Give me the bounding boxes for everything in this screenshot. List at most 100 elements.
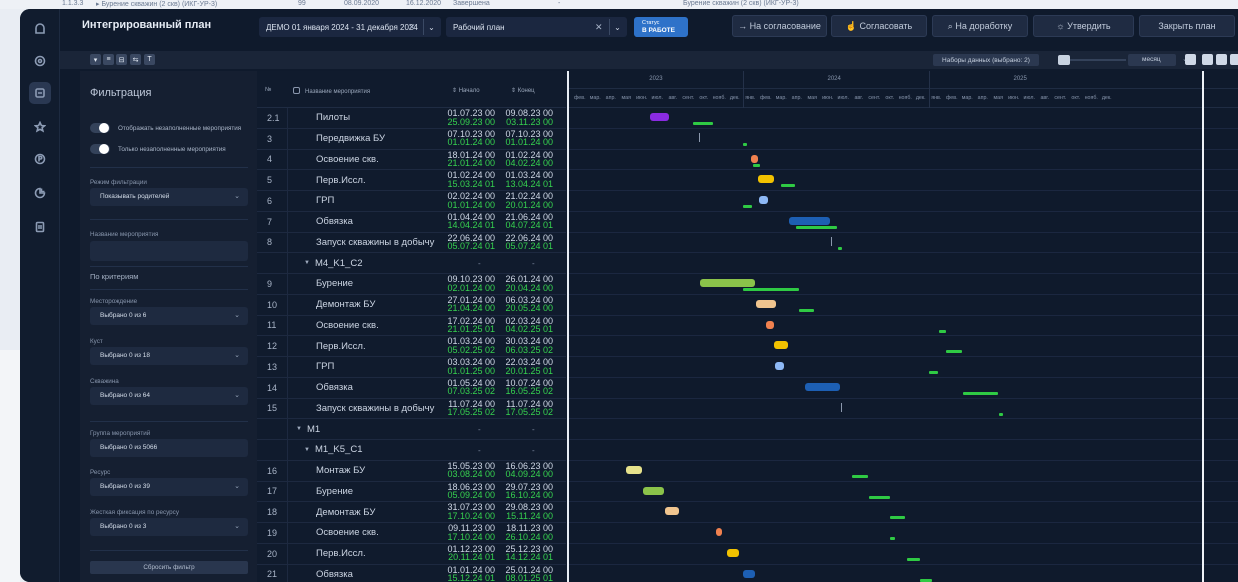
gantt-fact-line[interactable] — [852, 474, 869, 478]
gantt-fact-line[interactable] — [742, 205, 753, 208]
star-icon[interactable] — [29, 116, 51, 138]
plan-icon[interactable] — [29, 82, 51, 104]
table-row[interactable]: 5 Перв.Иссл. 01.02.24 00 15.03.24 01 01.03.2… — [257, 170, 566, 191]
end-cell[interactable]: 22.03.24 00 20.01.25 01 — [499, 358, 553, 375]
list-icon[interactable]: ≡ — [103, 54, 114, 65]
start-cell[interactable]: 07.10.23 00 01.01.24 00 — [441, 129, 495, 147]
table-row[interactable]: 19 Освоение скв. 09.11.23 00 17.10.24 00 18.… — [257, 523, 566, 544]
table-row[interactable]: 7 Обвязка 01.04.24 00 14.04.24 01 21.06.24 0… — [257, 211, 566, 233]
gantt-bar[interactable] — [755, 299, 777, 308]
table-row[interactable]: 9 Бурение 09.10.23 00 02.01.24 00 26.01.24 0… — [257, 274, 566, 295]
chevron-down-icon[interactable]: ⌄ — [609, 19, 625, 35]
gantt-fact-line[interactable] — [837, 246, 842, 250]
table-row[interactable]: 13 ГРП 03.03.24 00 01.01.25 00 22.03.24 00 20… — [257, 357, 566, 378]
end-cell[interactable]: 29.08.23 00 15.11.24 00 — [499, 503, 553, 520]
gantt-bar[interactable] — [649, 113, 670, 121]
gantt-bar[interactable] — [789, 216, 831, 225]
col-end[interactable]: ⇕ Конец — [511, 87, 535, 94]
gantt-bar[interactable] — [642, 486, 664, 495]
start-cell[interactable]: 09.10.23 00 02.01.24 00 — [441, 275, 495, 292]
end-cell[interactable]: 01.03.24 00 13.04.24 01 — [499, 171, 553, 188]
end-cell[interactable]: 02.03.24 00 04.02.25 01 — [499, 316, 553, 334]
plan-type-select[interactable]: Рабочий план ✕ ⌄ — [446, 17, 627, 37]
start-cell[interactable]: 17.02.24 00 21.01.25 01 — [441, 316, 495, 334]
row-group-name[interactable]: ▼ M4_K1_C2 — [287, 253, 442, 273]
end-cell[interactable]: 22.06.24 00 05.07.24 01 — [499, 233, 553, 251]
zoom-slider-track[interactable] — [1070, 59, 1126, 61]
gantt-bar[interactable] — [665, 507, 680, 516]
end-cell[interactable]: 25.01.24 00 08.01.25 01 — [499, 565, 553, 582]
table-row[interactable]: ▼ M4_K1_C2 - - — [257, 253, 566, 274]
pad-select-field[interactable]: Выбрано 0 из 18 ⌄ — [90, 347, 248, 365]
end-cell[interactable]: 21.02.24 00 20.01.24 00 — [499, 192, 553, 209]
caret-down-icon[interactable]: ▼ — [296, 426, 302, 432]
toggle-only-unfilled[interactable]: Только незаполненные мероприятия — [90, 143, 226, 155]
end-cell[interactable]: 25.12.23 00 14.12.24 01 — [499, 544, 553, 562]
indent-icon[interactable]: ⇆ — [130, 54, 141, 65]
start-cell[interactable]: 01.04.24 00 14.04.24 01 — [441, 212, 495, 230]
gantt-fact-line[interactable] — [799, 308, 815, 312]
start-cell[interactable]: 01.05.24 00 07.03.25 02 — [441, 378, 495, 396]
gantt-bar[interactable] — [758, 175, 774, 184]
start-cell[interactable]: 03.03.24 00 01.01.25 00 — [441, 358, 495, 375]
table-row[interactable]: 10 Демонтаж БУ 27.01.24 00 21.04.24 00 06.03… — [257, 294, 566, 316]
well-select-field[interactable]: Выбрано 0 из 64 ⌄ — [90, 387, 248, 405]
milestone-marker[interactable] — [840, 402, 842, 412]
start-cell[interactable]: 01.02.24 00 15.03.24 01 — [441, 171, 495, 188]
gantt-fact-line[interactable] — [795, 225, 838, 229]
home-icon[interactable] — [29, 17, 51, 39]
table-row[interactable]: 2.1 Пилоты 01.07.23 00 25.09.23 00 09.08.23 … — [257, 108, 566, 129]
table-row[interactable]: 6 ГРП 02.02.24 00 01.01.24 00 21.02.24 00 20.… — [257, 191, 566, 212]
start-cell[interactable]: 31.07.23 00 17.10.24 00 — [441, 503, 495, 520]
zoom-slider-handle[interactable] — [1058, 55, 1070, 65]
gantt-bar[interactable] — [715, 528, 722, 536]
start-cell[interactable]: 27.01.24 00 21.04.24 00 — [441, 295, 495, 313]
view-split-icon[interactable] — [1216, 54, 1227, 65]
compass-icon[interactable] — [29, 50, 51, 72]
format-icon[interactable]: T — [144, 54, 155, 65]
view-gantt-icon[interactable] — [1202, 54, 1213, 65]
end-cell[interactable]: 29.07.23 00 16.10.24 00 — [499, 482, 553, 500]
field-select-field[interactable]: Выбрано 0 из 6 ⌄ — [90, 307, 248, 325]
start-cell[interactable]: 01.07.23 00 25.09.23 00 — [441, 109, 495, 126]
table-row[interactable]: 20 Перв.Иссл. 01.12.23 00 20.11.24 01 25.12.… — [257, 543, 566, 565]
caret-down-icon[interactable]: ▼ — [304, 447, 310, 453]
table-row[interactable]: 18 Демонтаж БУ 31.07.23 00 17.10.24 00 29.08… — [257, 502, 566, 523]
gantt-fact-line[interactable] — [920, 578, 933, 582]
gantt-fact-line[interactable] — [780, 184, 796, 188]
gantt-fact-line[interactable] — [946, 350, 963, 354]
confirm-button[interactable]: ☼ Утвердить — [1033, 15, 1134, 37]
table-row[interactable]: 17 Бурение 18.06.23 00 05.09.24 00 29.07.23 … — [257, 481, 566, 503]
col-start[interactable]: ⇕ Начало — [452, 87, 480, 94]
end-cell[interactable]: 26.01.24 00 20.04.24 00 — [499, 275, 553, 292]
gantt-fact-line[interactable] — [692, 122, 713, 125]
col-name[interactable]: Название мероприятия — [293, 87, 370, 95]
period-select[interactable]: ДЕМО 01 января 2024 - 31 декабря 2024 ✕ … — [259, 17, 441, 37]
gantt-bar[interactable] — [727, 548, 740, 557]
gantt-fact-line[interactable] — [742, 142, 747, 146]
gantt-bar[interactable] — [804, 382, 841, 391]
end-cell[interactable]: 07.10.23 00 01.01.24 00 — [499, 129, 553, 147]
view-columns-icon[interactable] — [1230, 54, 1238, 65]
gantt-fact-line[interactable] — [928, 371, 939, 374]
gantt-bar[interactable] — [766, 320, 775, 329]
caret-down-icon[interactable]: ▼ — [304, 260, 310, 266]
filter-mode-select[interactable]: Показывать родителей ⌄ — [90, 188, 248, 206]
send-to-approval-button[interactable]: → На согласование — [732, 15, 827, 37]
toggle-unfilled[interactable]: Отображать незаполненные мероприятия — [90, 122, 241, 134]
toggle-switch[interactable] — [90, 123, 110, 133]
gantt-fact-line[interactable] — [890, 537, 895, 540]
col-num[interactable]: № — [265, 87, 271, 93]
clear-period-icon[interactable]: ✕ — [408, 22, 416, 33]
end-cell[interactable]: 09.08.23 00 03.11.23 00 — [499, 109, 553, 126]
collapse-icon[interactable]: ⊟ — [116, 54, 127, 65]
table-row[interactable]: 21 Обвязка 01.01.24 00 15.12.24 01 25.01.24 … — [257, 564, 566, 582]
start-cell[interactable]: 01.03.24 00 05.02.25 02 — [441, 337, 495, 354]
table-row[interactable]: 8 Запуск скважины в добычу 22.06.24 00 05.0… — [257, 232, 566, 254]
view-grid-icon[interactable] — [1185, 54, 1196, 65]
gantt-bar[interactable] — [758, 196, 769, 204]
end-cell[interactable]: 16.06.23 00 04.09.24 00 — [499, 461, 553, 479]
end-cell[interactable]: 11.07.24 00 17.05.25 02 — [499, 399, 553, 417]
datasets-select[interactable]: Наборы данных (выбрано: 2) — [933, 54, 1039, 66]
gantt-fact-line[interactable] — [938, 329, 946, 333]
